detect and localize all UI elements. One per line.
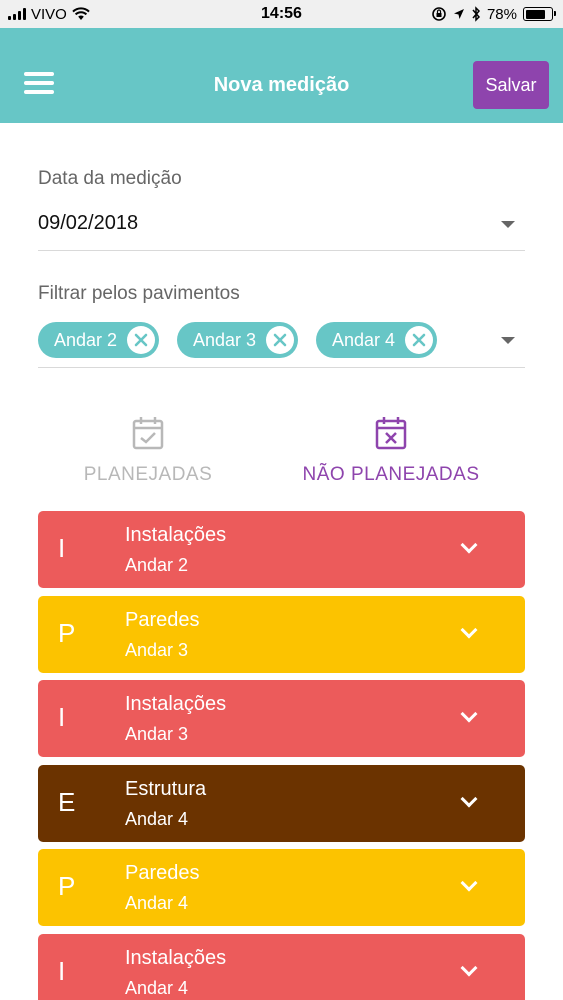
tab-planejadas[interactable]: PLANEJADAS bbox=[58, 415, 238, 486]
list-item[interactable]: P Paredes Andar 4 bbox=[38, 849, 525, 926]
item-initial: P bbox=[58, 618, 76, 648]
item-initial: E bbox=[58, 787, 76, 817]
list-item[interactable]: E Estrutura Andar 4 bbox=[38, 765, 525, 842]
date-label: Data da medição bbox=[38, 168, 182, 189]
item-initial: I bbox=[58, 533, 66, 563]
save-button[interactable]: Salvar bbox=[473, 61, 549, 109]
app-header: Nova medição Salvar bbox=[0, 28, 563, 123]
remove-chip-icon[interactable] bbox=[266, 326, 295, 354]
item-title: Paredes bbox=[125, 862, 200, 884]
chevron-down-icon[interactable] bbox=[460, 536, 478, 554]
item-subtitle: Andar 4 bbox=[125, 893, 189, 913]
remove-chip-icon[interactable] bbox=[127, 326, 156, 354]
bluetooth-icon bbox=[472, 6, 480, 22]
filter-chip-andar-2: Andar 2 bbox=[38, 322, 160, 358]
tab-nao-planejadas[interactable]: NÃO PLANEJADAS bbox=[285, 415, 497, 486]
chevron-down-icon[interactable] bbox=[460, 874, 478, 892]
filter-chip-andar-3: Andar 3 bbox=[177, 322, 299, 358]
list-item[interactable]: I Instalações Andar 4 bbox=[38, 934, 525, 1000]
date-dropdown-arrow-icon[interactable] bbox=[501, 221, 515, 228]
chevron-down-icon[interactable] bbox=[460, 705, 478, 723]
battery-fill bbox=[525, 9, 545, 19]
item-title: Paredes bbox=[125, 609, 200, 631]
item-title: Instalações bbox=[125, 947, 227, 969]
tab-label: PLANEJADAS bbox=[83, 464, 213, 485]
chevron-down-icon[interactable] bbox=[460, 959, 478, 977]
item-initial: I bbox=[58, 702, 66, 732]
date-input[interactable]: 09/02/2018 bbox=[38, 212, 138, 235]
date-field-underline bbox=[38, 250, 525, 251]
item-subtitle: Andar 3 bbox=[125, 640, 189, 660]
item-subtitle: Andar 2 bbox=[125, 555, 189, 575]
list-item[interactable]: I Instalações Andar 2 bbox=[38, 511, 525, 588]
calendar-x-icon bbox=[375, 417, 407, 450]
filter-label: Filtrar pelos pavimentos bbox=[38, 283, 240, 304]
filter-field-underline bbox=[38, 367, 525, 368]
status-right: 78% bbox=[431, 0, 556, 28]
chevron-down-icon[interactable] bbox=[460, 790, 478, 808]
tab-label: NÃO PLANEJADAS bbox=[302, 464, 480, 485]
battery-icon bbox=[523, 7, 556, 21]
status-bar: VIVO 14:56 78% bbox=[0, 0, 563, 28]
filter-dropdown-arrow-icon[interactable] bbox=[501, 337, 515, 344]
battery-percent: 78% bbox=[486, 5, 517, 23]
location-icon bbox=[453, 9, 464, 19]
remove-chip-icon[interactable] bbox=[405, 326, 434, 354]
calendar-check-icon bbox=[132, 417, 164, 450]
item-title: Estrutura bbox=[125, 778, 207, 800]
chip-label: Andar 4 bbox=[332, 329, 396, 350]
item-title: Instalações bbox=[125, 693, 227, 715]
item-subtitle: Andar 4 bbox=[125, 978, 189, 998]
list-item[interactable]: P Paredes Andar 3 bbox=[38, 596, 525, 673]
item-initial: I bbox=[58, 956, 66, 986]
item-subtitle: Andar 3 bbox=[125, 724, 189, 744]
list-item[interactable]: I Instalações Andar 3 bbox=[38, 680, 525, 757]
filter-chip-andar-4: Andar 4 bbox=[316, 322, 438, 358]
item-title: Instalações bbox=[125, 524, 227, 546]
item-initial: P bbox=[58, 871, 76, 901]
item-subtitle: Andar 4 bbox=[125, 809, 189, 829]
chevron-down-icon[interactable] bbox=[460, 621, 478, 639]
orientation-lock-icon bbox=[432, 7, 446, 21]
chip-label: Andar 3 bbox=[193, 329, 257, 350]
chip-label: Andar 2 bbox=[54, 329, 118, 350]
